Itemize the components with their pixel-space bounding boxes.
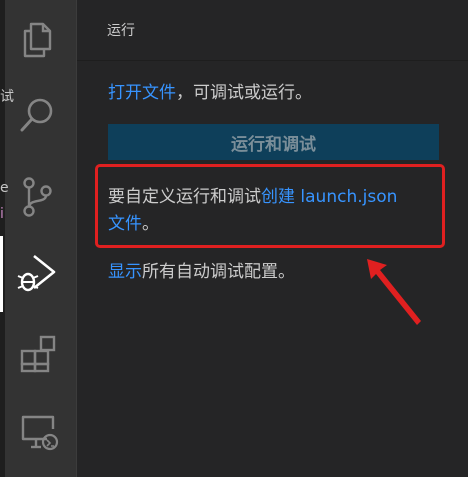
extensions-button[interactable] bbox=[0, 318, 76, 378]
source-control-button[interactable] bbox=[0, 162, 76, 222]
run-debug-icon bbox=[17, 254, 56, 292]
extensions-icon bbox=[20, 335, 56, 373]
remote-explorer-icon bbox=[21, 415, 59, 451]
explorer-button[interactable] bbox=[0, 6, 76, 66]
panel-title: 运行 bbox=[107, 23, 135, 39]
source-control-icon bbox=[23, 177, 52, 217]
annotation-box bbox=[95, 164, 445, 248]
activity-bar: 试 e i bbox=[0, 0, 76, 477]
open-file-line: 打开文件，可调试或运行。 bbox=[108, 78, 312, 103]
open-file-suffix: ，可调试或运行。 bbox=[176, 83, 312, 103]
run-debug-button[interactable] bbox=[0, 236, 76, 312]
remote-explorer-button[interactable] bbox=[0, 398, 76, 458]
show-configs-line: 显示所有自动调试配置。 bbox=[108, 257, 295, 282]
show-link[interactable]: 显示 bbox=[108, 262, 142, 282]
run-and-debug-button[interactable]: 运行和调试 bbox=[108, 124, 439, 160]
explorer-icon bbox=[23, 22, 52, 58]
search-button[interactable] bbox=[0, 82, 76, 142]
show-suffix: 所有自动调试配置。 bbox=[142, 262, 295, 282]
panel-divider bbox=[77, 60, 468, 61]
run-debug-panel: 运行 打开文件，可调试或运行。 运行和调试 要自定义运行和调试创建 launch… bbox=[76, 0, 468, 477]
annotation-arrow-icon bbox=[367, 259, 421, 325]
open-file-link[interactable]: 打开文件 bbox=[108, 83, 176, 103]
search-icon bbox=[20, 98, 53, 132]
